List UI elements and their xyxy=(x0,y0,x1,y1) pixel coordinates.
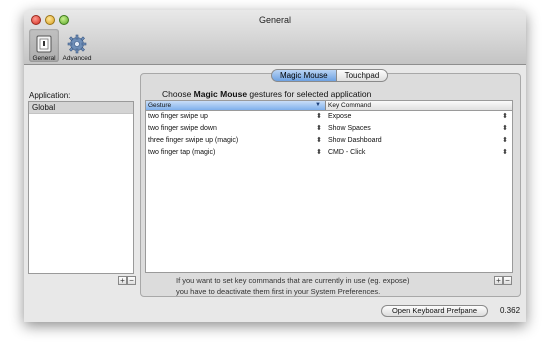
toolbar-general-label: General xyxy=(32,55,56,62)
command-cell[interactable]: CMD - Click ⬍ xyxy=(326,147,512,159)
gesture-value: two finger tap (magic) xyxy=(148,149,216,156)
add-application-button[interactable]: + xyxy=(118,276,127,285)
command-value: Expose xyxy=(328,113,352,120)
table-header: Gesture ▼ Key Command xyxy=(146,101,512,111)
open-keyboard-prefpane-button[interactable]: Open Keyboard Prefpane xyxy=(381,305,488,317)
instruction-suffix: gestures for selected application xyxy=(247,89,372,99)
tab-magic-mouse[interactable]: Magic Mouse xyxy=(271,69,336,82)
device-tab-bar: Magic Mouse Touchpad xyxy=(271,69,389,82)
table-row[interactable]: three finger swipe up (magic) ⬍ Show Dash… xyxy=(146,135,512,147)
gesture-value: two finger swipe up xyxy=(148,113,208,120)
gesture-value: three finger swipe up (magic) xyxy=(148,137,239,144)
command-cell[interactable]: Show Dashboard ⬍ xyxy=(326,135,512,147)
table-row[interactable]: two finger tap (magic) ⬍ CMD - Click ⬍ xyxy=(146,147,512,159)
table-row[interactable]: two finger swipe up ⬍ Expose ⬍ xyxy=(146,111,512,123)
info-text: If you want to set key commands that are… xyxy=(176,275,409,297)
command-value: Show Spaces xyxy=(328,125,371,132)
info-line-1: If you want to set key commands that are… xyxy=(176,276,410,285)
tab-touchpad[interactable]: Touchpad xyxy=(335,69,389,82)
window-title: General xyxy=(258,15,292,25)
application-item-global[interactable]: Global xyxy=(29,102,133,114)
gesture-cell[interactable]: two finger tap (magic) ⬍ xyxy=(146,147,326,159)
popup-arrows-icon[interactable]: ⬍ xyxy=(502,135,508,147)
application-label: Application: xyxy=(29,91,71,100)
gesture-add-remove: + − xyxy=(494,276,512,285)
instruction-device: Magic Mouse xyxy=(193,89,248,99)
gesture-value: two finger swipe down xyxy=(148,125,217,132)
popup-arrows-icon[interactable]: ⬍ xyxy=(502,147,508,159)
instruction-prefix: Choose xyxy=(162,89,194,99)
gesture-header-label: Gesture xyxy=(148,102,172,109)
popup-arrows-icon[interactable]: ⬍ xyxy=(502,111,508,123)
remove-application-button[interactable]: − xyxy=(127,276,136,285)
toolbar-advanced-button[interactable]: Advanced xyxy=(62,29,92,62)
gesture-cell[interactable]: two finger swipe down ⬍ xyxy=(146,123,326,135)
application-list[interactable]: Global xyxy=(28,101,134,274)
gesture-cell[interactable]: three finger swipe up (magic) ⬍ xyxy=(146,135,326,147)
command-cell[interactable]: Show Spaces ⬍ xyxy=(326,123,512,135)
popup-arrows-icon[interactable]: ⬍ xyxy=(316,123,322,135)
key-command-column-header[interactable]: Key Command xyxy=(326,101,512,110)
gesture-column-header[interactable]: Gesture ▼ xyxy=(146,101,326,110)
toolbar-advanced-label: Advanced xyxy=(62,55,92,62)
application-add-remove: + − xyxy=(118,276,136,285)
command-value: Show Dashboard xyxy=(328,137,382,144)
popup-arrows-icon[interactable]: ⬍ xyxy=(316,111,322,123)
command-value: CMD - Click xyxy=(328,149,366,156)
command-cell[interactable]: Expose ⬍ xyxy=(326,111,512,123)
gear-icon xyxy=(67,34,87,54)
preferences-window: General General Advanced Application: Gl… xyxy=(24,10,526,322)
title-bar: General General Advanced xyxy=(24,10,526,65)
popup-arrows-icon[interactable]: ⬍ xyxy=(316,147,322,159)
gesture-cell[interactable]: two finger swipe up ⬍ xyxy=(146,111,326,123)
toolbar-general-button[interactable]: General xyxy=(29,29,59,62)
popup-arrows-icon[interactable]: ⬍ xyxy=(316,135,322,147)
add-gesture-button[interactable]: + xyxy=(494,276,503,285)
popup-arrows-icon[interactable]: ⬍ xyxy=(502,123,508,135)
gesture-table[interactable]: Gesture ▼ Key Command two finger swipe u… xyxy=(145,100,513,273)
sort-arrow-icon: ▼ xyxy=(315,102,321,108)
table-row[interactable]: two finger swipe down ⬍ Show Spaces ⬍ xyxy=(146,123,512,135)
version-label: 0.362 xyxy=(500,306,521,315)
general-switch-icon xyxy=(34,34,54,54)
remove-gesture-button[interactable]: − xyxy=(503,276,512,285)
instruction-text: Choose Magic Mouse gestures for selected… xyxy=(162,89,371,99)
info-line-2: you have to deactivate them first in you… xyxy=(176,287,381,296)
toolbar: General Advanced xyxy=(29,29,92,62)
